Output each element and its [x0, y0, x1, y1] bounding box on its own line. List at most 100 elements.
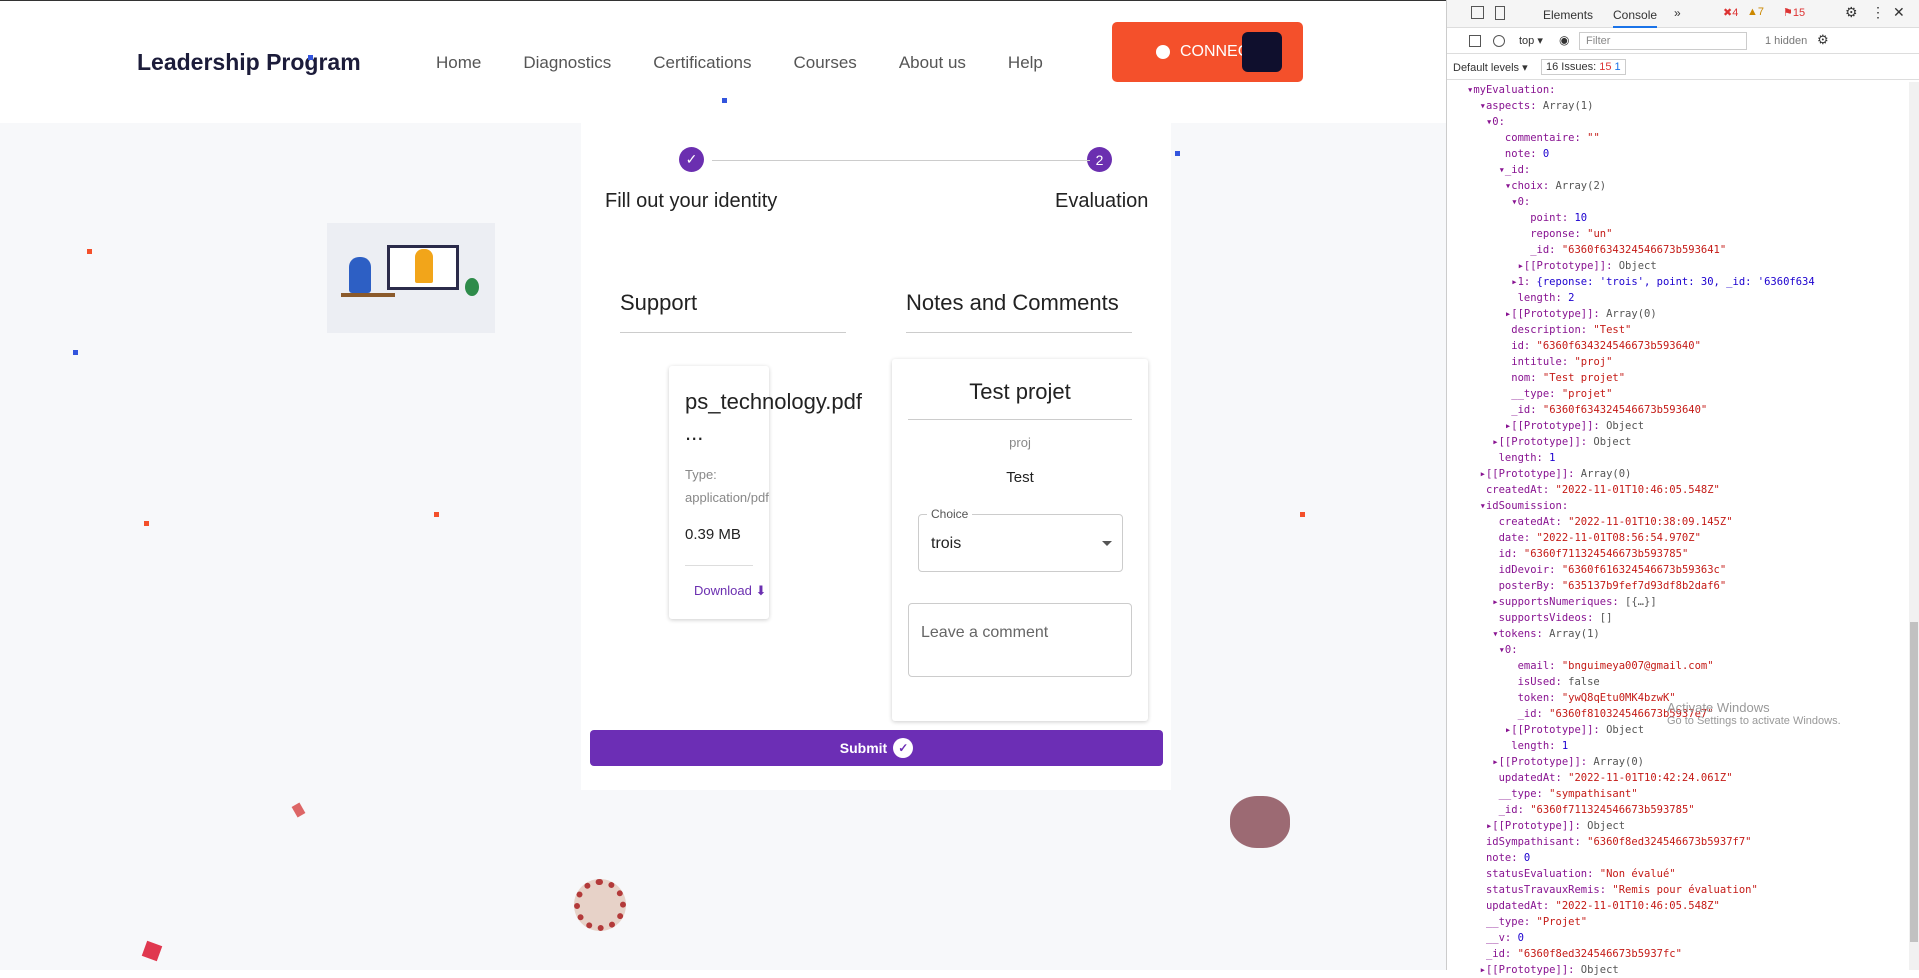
issues-label: 16 Issues:: [1546, 61, 1597, 73]
console-tree-line[interactable]: ▸[[Prototype]]: Object: [1467, 434, 1815, 450]
console-tree-line[interactable]: posterBy: "635137b9fef7d93df8b2daf6": [1467, 578, 1815, 594]
console-tree-line[interactable]: _id: "6360f634324546673b593641": [1467, 242, 1815, 258]
console-tree-line[interactable]: ▸[[Prototype]]: Object: [1467, 962, 1815, 978]
project-intitule: proj: [1009, 435, 1031, 450]
console-tree-line[interactable]: statusEvaluation: "Non évalué": [1467, 866, 1815, 882]
more-tabs-icon[interactable]: »: [1674, 6, 1681, 20]
console-tree-line[interactable]: ▾0:: [1467, 114, 1815, 130]
console-tree-line[interactable]: id: "6360f711324546673b593785": [1467, 546, 1815, 562]
project-divider: [908, 419, 1132, 420]
console-tree-line[interactable]: date: "2022-11-01T08:56:54.970Z": [1467, 530, 1815, 546]
devtools-scrollbar[interactable]: [1909, 82, 1919, 970]
issues-button[interactable]: 16 Issues: 15 1: [1541, 59, 1626, 75]
download-link[interactable]: Download ⬇: [694, 583, 766, 599]
console-tree-line[interactable]: __type: "Projet": [1467, 914, 1815, 930]
console-tree-line[interactable]: ▸[[Prototype]]: Object: [1467, 418, 1815, 434]
console-tree-line[interactable]: length: 1: [1467, 738, 1815, 754]
confetti-dot: [434, 512, 439, 517]
console-tree-line[interactable]: _id: "6360f634324546673b593640": [1467, 402, 1815, 418]
console-tree-line[interactable]: length: 1: [1467, 450, 1815, 466]
console-tree-line[interactable]: ▸[[Prototype]]: Array(0): [1467, 754, 1815, 770]
console-tree-line[interactable]: __type: "sympathisant": [1467, 786, 1815, 802]
console-tree-line[interactable]: ▾aspects: Array(1): [1467, 98, 1815, 114]
confetti-dot: [1300, 512, 1305, 517]
console-tree-line[interactable]: ▸1: {reponse: 'trois', point: 30, _id: '…: [1467, 274, 1814, 290]
console-tree-line[interactable]: length: 2: [1467, 290, 1815, 306]
main-menu: Home Diagnostics Certifications Courses …: [436, 53, 1043, 73]
tab-console[interactable]: Console: [1613, 8, 1658, 28]
console-tree-line[interactable]: updatedAt: "2022-11-01T10:46:05.548Z": [1467, 898, 1815, 914]
devtools-tabbar: Elements Console » ✖4 ▲7 ⚑15 ⚙ ⋮ ✕: [1447, 0, 1919, 28]
console-settings-icon[interactable]: ⚙: [1817, 32, 1829, 48]
devtools-scroll-thumb[interactable]: [1910, 622, 1918, 942]
console-tree-line[interactable]: updatedAt: "2022-11-01T10:42:24.061Z": [1467, 770, 1815, 786]
nav-home[interactable]: Home: [436, 53, 481, 73]
console-tree-line[interactable]: ▸supportsNumeriques: [{…}]: [1467, 594, 1815, 610]
console-tree-line[interactable]: intitule: "proj": [1467, 354, 1815, 370]
nav-certifications[interactable]: Certifications: [653, 53, 751, 73]
console-tree-line[interactable]: ▾0:: [1467, 194, 1815, 210]
console-tree-line[interactable]: email: "bnguimeya007@gmail.com": [1467, 658, 1815, 674]
eye-icon[interactable]: ◉: [1559, 33, 1569, 47]
console-object-tree[interactable]: ▾myEvaluation: ▾aspects: Array(1) ▾0: co…: [1467, 82, 1815, 978]
console-tree-line[interactable]: nom: "Test projet": [1467, 370, 1815, 386]
levels-bar: Default levels ▾ 16 Issues: 15 1: [1447, 54, 1919, 80]
sidebar-toggle-icon[interactable]: [1469, 35, 1481, 47]
console-tree-line[interactable]: ▸[[Prototype]]: Array(0): [1467, 306, 1815, 322]
nav-about[interactable]: About us: [899, 53, 966, 73]
warning-count: ▲7: [1747, 6, 1765, 18]
console-tree-line[interactable]: point: 10: [1467, 210, 1815, 226]
console-tree-line[interactable]: reponse: "un": [1467, 226, 1815, 242]
nav-diagnostics[interactable]: Diagnostics: [523, 53, 611, 73]
console-tree-line[interactable]: ▾idSoumission:: [1467, 498, 1815, 514]
console-tree-line[interactable]: idSympathisant: "6360f8ed324546673b5937f…: [1467, 834, 1815, 850]
clear-console-icon[interactable]: [1493, 35, 1505, 47]
console-tree-line[interactable]: ▸[[Prototype]]: Object: [1467, 258, 1815, 274]
console-tree-line[interactable]: supportsVideos: []: [1467, 610, 1815, 626]
nav-help[interactable]: Help: [1008, 53, 1043, 73]
console-tree-line[interactable]: ▾myEvaluation:: [1467, 82, 1815, 98]
nav-courses[interactable]: Courses: [794, 53, 857, 73]
brand-logo[interactable]: Leadership Program: [137, 49, 361, 76]
console-tree-line[interactable]: ▾choix: Array(2): [1467, 178, 1815, 194]
console-tree-line[interactable]: id: "6360f634324546673b593640": [1467, 338, 1815, 354]
close-icon[interactable]: ✕: [1893, 4, 1905, 21]
console-tree-line[interactable]: commentaire: "": [1467, 130, 1815, 146]
confetti-dot: [144, 521, 149, 526]
issues-error-value: 15: [1599, 61, 1612, 73]
console-tree-line[interactable]: ▾tokens: Array(1): [1467, 626, 1815, 642]
console-tree-line[interactable]: statusTravauxRemis: "Remis pour évaluati…: [1467, 882, 1815, 898]
console-tree-line[interactable]: note: 0: [1467, 146, 1815, 162]
decor-shard: [141, 940, 163, 962]
console-tree-line[interactable]: ▸[[Prototype]]: Array(0): [1467, 466, 1815, 482]
project-title: Test projet: [969, 379, 1071, 404]
device-icon[interactable]: [1495, 6, 1505, 20]
submit-button[interactable]: Submit ✓: [590, 730, 1163, 766]
windows-watermark: Activate Windows Go to Settings to activ…: [1667, 700, 1841, 727]
console-tree-line[interactable]: description: "Test": [1467, 322, 1815, 338]
console-tree-line[interactable]: ▸[[Prototype]]: Object: [1467, 818, 1815, 834]
console-tree-line[interactable]: idDevoir: "6360f616324546673b59363c": [1467, 562, 1815, 578]
tab-elements[interactable]: Elements: [1543, 8, 1593, 22]
console-tree-line[interactable]: ▾_id:: [1467, 162, 1815, 178]
console-tree-line[interactable]: _id: "6360f711324546673b593785": [1467, 802, 1815, 818]
console-tree-line[interactable]: ▾0:: [1467, 642, 1815, 658]
filter-input[interactable]: Filter: [1579, 32, 1747, 50]
console-tree-line[interactable]: _id: "6360f8ed324546673b5937fc": [1467, 946, 1815, 962]
comment-placeholder: Leave a comment: [921, 624, 1049, 641]
console-tree-line[interactable]: isUsed: false: [1467, 674, 1815, 690]
context-select[interactable]: top ▾: [1519, 34, 1543, 47]
console-tree-line[interactable]: __v: 0: [1467, 930, 1815, 946]
connect-button[interactable]: CONNECT: [1112, 22, 1303, 82]
console-tree-line[interactable]: __type: "projet": [1467, 386, 1815, 402]
comment-textarea[interactable]: Leave a comment: [908, 603, 1132, 677]
kebab-menu-icon[interactable]: ⋮: [1871, 4, 1885, 21]
levels-select[interactable]: Default levels ▾: [1453, 61, 1528, 74]
console-tree-line[interactable]: createdAt: "2022-11-01T10:38:09.145Z": [1467, 514, 1815, 530]
choice-select[interactable]: Choice trois: [918, 507, 1123, 572]
inspect-icon[interactable]: [1471, 6, 1484, 19]
issues-badge[interactable]: ⚑15: [1783, 6, 1805, 19]
console-tree-line[interactable]: createdAt: "2022-11-01T10:46:05.548Z": [1467, 482, 1815, 498]
settings-icon[interactable]: ⚙: [1845, 4, 1858, 21]
console-tree-line[interactable]: note: 0: [1467, 850, 1815, 866]
